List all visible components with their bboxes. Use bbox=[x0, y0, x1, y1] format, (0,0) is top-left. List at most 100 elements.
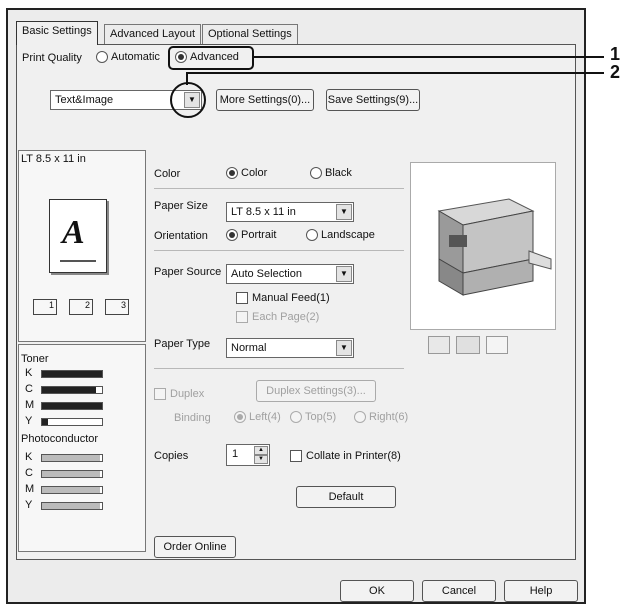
radio-automatic[interactable]: Automatic bbox=[96, 51, 160, 64]
ok-button[interactable]: OK bbox=[340, 580, 414, 602]
printer-status-icon[interactable] bbox=[428, 336, 450, 354]
radio-binding-left-circle bbox=[234, 411, 246, 424]
toner-y-fill bbox=[42, 419, 48, 425]
printer-image bbox=[410, 162, 556, 330]
divider bbox=[154, 188, 404, 189]
copy-icon: 2 bbox=[69, 299, 93, 315]
pc-k-fill bbox=[42, 455, 100, 461]
page-preview: A bbox=[49, 199, 107, 273]
paper-type-label: Paper Type bbox=[154, 338, 211, 350]
page-preview-line bbox=[60, 260, 96, 262]
copy-icon: 1 bbox=[33, 299, 57, 315]
toner-k-bar bbox=[41, 370, 103, 378]
paper-type-select[interactable]: Normal ▼ bbox=[226, 338, 354, 358]
duplex-box bbox=[154, 388, 166, 401]
radio-binding-right[interactable]: Right(6) bbox=[354, 411, 409, 424]
quality-mode-value: Text&Image bbox=[55, 94, 114, 106]
page-preview-letter: A bbox=[62, 214, 85, 251]
radio-binding-top-circle bbox=[290, 411, 302, 424]
duplex-settings-button[interactable]: Duplex Settings(3)... bbox=[256, 380, 376, 402]
chevron-down-icon[interactable]: ▼ bbox=[336, 340, 352, 356]
collate-checkbox[interactable]: Collate in Printer(8) bbox=[290, 450, 401, 463]
collate-preview: 1 2 3 bbox=[33, 297, 137, 319]
radio-portrait[interactable]: Portrait bbox=[226, 229, 277, 242]
toner-title: Toner bbox=[21, 353, 49, 365]
duplex-label: Duplex bbox=[170, 388, 205, 400]
binding-top-label: Top(5) bbox=[305, 411, 337, 423]
toner-y-label: Y bbox=[25, 415, 33, 427]
collate-box bbox=[290, 450, 302, 463]
toner-c-label: C bbox=[25, 383, 33, 395]
pc-y-bar bbox=[41, 502, 103, 510]
radio-automatic-label: Automatic bbox=[111, 51, 160, 63]
radio-advanced-circle bbox=[175, 51, 187, 64]
chevron-down-icon[interactable]: ▼ bbox=[336, 204, 352, 220]
paper-source-select[interactable]: Auto Selection ▼ bbox=[226, 264, 354, 284]
each-page-box bbox=[236, 311, 248, 324]
tab-basic-settings[interactable]: Basic Settings bbox=[16, 21, 98, 45]
toner-m-bar bbox=[41, 402, 103, 410]
pc-m-fill bbox=[42, 487, 100, 493]
radio-color[interactable]: Color bbox=[226, 167, 268, 180]
radio-black-label: Black bbox=[325, 167, 352, 179]
radio-automatic-circle bbox=[96, 51, 108, 64]
each-page-label: Each Page(2) bbox=[252, 311, 320, 323]
paper-size-select[interactable]: LT 8.5 x 11 in ▼ bbox=[226, 202, 354, 222]
radio-landscape-label: Landscape bbox=[321, 229, 375, 241]
radio-color-circle bbox=[226, 167, 238, 180]
tab-advanced-layout[interactable]: Advanced Layout bbox=[104, 24, 202, 44]
binding-left-label: Left(4) bbox=[249, 411, 281, 423]
tab-label: Basic Settings bbox=[22, 25, 92, 37]
toner-c-fill bbox=[42, 387, 96, 393]
tab-label: Optional Settings bbox=[208, 28, 292, 40]
pc-k-bar bbox=[41, 454, 103, 462]
radio-binding-right-circle bbox=[354, 411, 366, 424]
radio-advanced[interactable]: Advanced bbox=[175, 51, 239, 64]
manual-feed-checkbox[interactable]: Manual Feed(1) bbox=[236, 292, 330, 305]
pc-m-bar bbox=[41, 486, 103, 494]
orientation-label: Orientation bbox=[154, 230, 208, 242]
radio-landscape-circle bbox=[306, 229, 318, 242]
print-quality-label: Print Quality bbox=[22, 52, 82, 64]
copies-value: 1 bbox=[232, 448, 239, 460]
copies-spinner[interactable]: 1 ▲ ▼ bbox=[226, 444, 270, 466]
color-label: Color bbox=[154, 168, 181, 180]
document-icon[interactable] bbox=[486, 336, 508, 354]
pc-y-label: Y bbox=[25, 499, 33, 511]
spin-up-icon[interactable]: ▲ bbox=[254, 446, 268, 455]
spin-down-icon[interactable]: ▼ bbox=[254, 455, 268, 464]
radio-black[interactable]: Black bbox=[310, 167, 352, 180]
pc-m-label: M bbox=[25, 483, 35, 495]
pc-c-fill bbox=[42, 471, 100, 477]
toner-m-fill bbox=[42, 403, 102, 409]
paper-size-label: Paper Size bbox=[154, 200, 208, 212]
radio-portrait-label: Portrait bbox=[241, 229, 277, 241]
dropdown-highlight-circle bbox=[170, 82, 206, 118]
toner-k-label: K bbox=[25, 367, 33, 379]
callout-1-leader bbox=[252, 56, 604, 58]
radio-binding-top[interactable]: Top(5) bbox=[290, 411, 337, 424]
default-button[interactable]: Default bbox=[296, 486, 396, 508]
copy-icon: 3 bbox=[105, 299, 129, 315]
order-online-button[interactable]: Order Online bbox=[154, 536, 236, 558]
duplex-checkbox[interactable]: Duplex bbox=[154, 388, 205, 401]
help-button[interactable]: Help bbox=[504, 580, 578, 602]
radio-color-label: Color bbox=[241, 167, 268, 179]
callout-2-leader bbox=[186, 72, 604, 74]
cancel-button[interactable]: Cancel bbox=[422, 580, 496, 602]
save-settings-button[interactable]: Save Settings(9)... bbox=[326, 89, 420, 111]
chevron-down-icon[interactable]: ▼ bbox=[336, 266, 352, 282]
more-settings-button[interactable]: More Settings(0)... bbox=[216, 89, 314, 111]
paper-source-value: Auto Selection bbox=[231, 268, 302, 280]
consumables-panel: Toner K C M Y Photoconductor K C M Y bbox=[18, 344, 146, 552]
divider bbox=[154, 368, 404, 369]
binding-right-label: Right(6) bbox=[369, 411, 409, 423]
divider bbox=[154, 250, 404, 251]
radio-binding-left[interactable]: Left(4) bbox=[234, 411, 281, 424]
tab-optional-settings[interactable]: Optional Settings bbox=[202, 24, 298, 44]
copies-label: Copies bbox=[154, 450, 189, 462]
photoconductor-title: Photoconductor bbox=[21, 433, 99, 445]
printer-settings-icon[interactable] bbox=[456, 336, 480, 354]
radio-landscape[interactable]: Landscape bbox=[306, 229, 375, 242]
each-page-checkbox[interactable]: Each Page(2) bbox=[236, 311, 320, 324]
